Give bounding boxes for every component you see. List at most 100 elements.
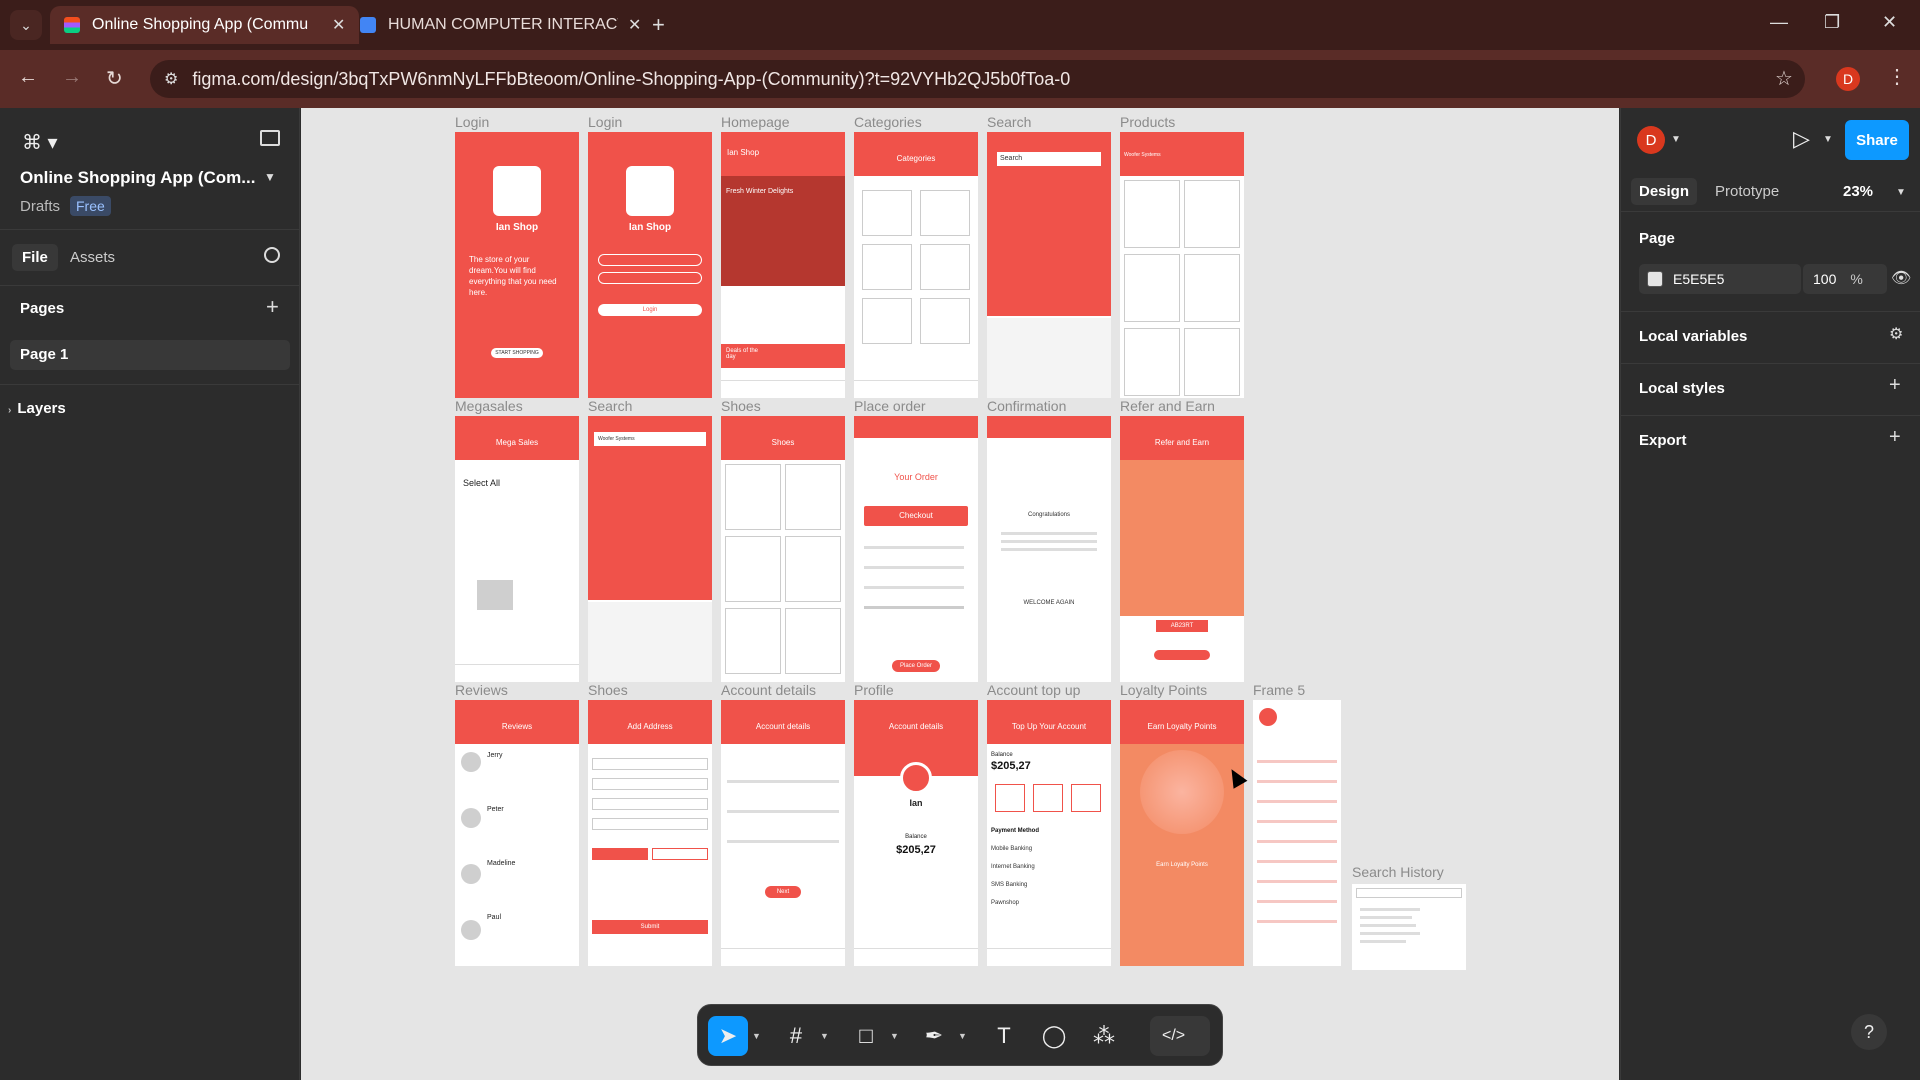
tab-file[interactable]: File (12, 244, 58, 271)
category-card[interactable] (920, 298, 970, 344)
frame-label[interactable]: Confirmation (987, 398, 1066, 414)
add-page-plus-icon[interactable]: + (266, 294, 279, 320)
login-button[interactable]: Login (598, 304, 702, 316)
frame-login-form[interactable]: Ian Shop Login (588, 132, 712, 398)
page-item[interactable]: Page 1 (10, 340, 290, 370)
page-background-color-field[interactable]: E5E5E5 (1639, 264, 1801, 294)
category-card[interactable] (862, 244, 912, 290)
product-card[interactable] (1184, 180, 1240, 248)
product-card[interactable] (785, 536, 841, 602)
eye-visibility-icon[interactable]: 👁 (1891, 268, 1911, 288)
browser-profile-avatar[interactable]: D (1836, 67, 1860, 91)
product-card[interactable] (725, 608, 781, 674)
payment-option[interactable]: Internet Banking (991, 864, 1035, 870)
window-close-icon[interactable]: ✕ (1882, 12, 1897, 33)
chevron-down-icon[interactable]: ▼ (958, 1031, 967, 1041)
frame-categories[interactable]: Categories (854, 132, 978, 398)
next-button[interactable]: Next (765, 886, 801, 898)
frame-reviews[interactable]: Reviews Jerry Peter Madeline Paul (455, 700, 579, 966)
tab-assets[interactable]: Assets (60, 244, 125, 271)
local-styles-title[interactable]: Local styles (1639, 380, 1725, 397)
payment-option[interactable]: Pawnshop (991, 900, 1019, 906)
zoom-level[interactable]: 23% (1843, 183, 1873, 200)
chevron-down-icon[interactable]: ▼ (890, 1031, 899, 1041)
frame-login[interactable]: Ian Shop The store of your dream.You wil… (455, 132, 579, 398)
design-canvas[interactable]: Login Ian Shop The store of your dream.Y… (301, 108, 1619, 1080)
frame-tool-icon[interactable]: # (776, 1016, 816, 1056)
product-card[interactable] (1184, 328, 1240, 396)
frame-label[interactable]: Shoes (721, 398, 761, 414)
frame-label[interactable]: Frame 5 (1253, 682, 1305, 698)
search-icon[interactable] (264, 247, 280, 263)
frame-profile[interactable]: Account details Ian Balance $205,27 (854, 700, 978, 966)
category-card[interactable] (920, 190, 970, 236)
chevron-down-icon[interactable]: ▼ (1896, 187, 1906, 198)
figma-main-menu-icon[interactable]: ⌘ ▾ (22, 130, 58, 155)
browser-menu-icon[interactable]: ⋮ (1887, 64, 1907, 89)
dev-mode-toggle[interactable]: </> (1150, 1016, 1210, 1056)
frame-label[interactable]: Search (588, 398, 632, 414)
user-avatar[interactable]: D (1637, 126, 1665, 154)
top-up-option[interactable] (1071, 784, 1101, 812)
payment-option[interactable]: Mobile Banking (991, 846, 1032, 852)
frame-refer-and-earn[interactable]: Refer and Earn AB23RT (1120, 416, 1244, 682)
browser-tab-docs[interactable]: HUMAN COMPUTER INTERACT ✕ (346, 6, 655, 44)
product-card[interactable] (1184, 254, 1240, 322)
product-card[interactable] (725, 536, 781, 602)
local-variables-title[interactable]: Local variables (1639, 328, 1747, 345)
top-up-option[interactable] (1033, 784, 1063, 812)
deliver-doorstep-button[interactable] (652, 848, 708, 860)
referral-code[interactable]: AB23RT (1156, 620, 1208, 632)
top-up-option[interactable] (995, 784, 1025, 812)
name-field[interactable] (598, 254, 702, 266)
frame-label[interactable]: Shoes (588, 682, 628, 698)
frame-loyalty-points[interactable]: Earn Loyalty Points Earn Loyalty Points (1120, 700, 1244, 966)
frame-label[interactable]: Categories (854, 114, 922, 130)
actions-tool-icon[interactable]: ⁂ (1084, 1016, 1124, 1056)
frame-label[interactable]: Loyalty Points (1120, 682, 1207, 698)
close-icon[interactable]: ✕ (332, 15, 345, 35)
forward-arrow-icon[interactable]: → (62, 66, 82, 89)
frame-label[interactable]: Reviews (455, 682, 508, 698)
bookmark-star-icon[interactable]: ☆ (1775, 66, 1793, 91)
color-swatch[interactable] (1647, 271, 1663, 287)
frame-label[interactable]: Account top up (987, 682, 1080, 698)
frame-account-top-up[interactable]: Top Up Your Account Balance $205,27 Paym… (987, 700, 1111, 966)
category-card[interactable] (862, 190, 912, 236)
frame-megasales[interactable]: Mega Sales Select All (455, 416, 579, 682)
checkout-button[interactable]: Checkout (864, 506, 968, 526)
tab-search-chevron-icon[interactable]: ⌄ (10, 10, 42, 40)
frame-add-address[interactable]: Add Address Submit (588, 700, 712, 966)
frame-homepage[interactable]: Ian Shop Fresh Winter Delights Deals of … (721, 132, 845, 398)
add-export-plus-icon[interactable]: + (1889, 426, 1901, 449)
frame-label[interactable]: Account details (721, 682, 816, 698)
area-field[interactable] (592, 818, 708, 830)
payment-option[interactable]: SMS Banking (991, 882, 1027, 888)
text-tool-icon[interactable]: T (984, 1016, 1024, 1056)
new-tab-plus-icon[interactable]: + (652, 12, 665, 38)
frame-account-details[interactable]: Account details Next (721, 700, 845, 966)
share-button[interactable]: Share (1845, 120, 1909, 160)
frame-search-results[interactable]: Woofer Systems (588, 416, 712, 682)
place-order-button[interactable]: Place Order (892, 660, 940, 672)
pen-tool-icon[interactable]: ✒ (914, 1016, 954, 1056)
refer-now-button[interactable] (1154, 650, 1210, 660)
site-info-icon[interactable]: ⚙ (164, 69, 178, 89)
frame-label[interactable]: Refer and Earn (1120, 398, 1215, 414)
frame-place-order[interactable]: Your Order Checkout Place Order (854, 416, 978, 682)
frame-label[interactable]: Search (987, 114, 1031, 130)
product-card[interactable] (785, 608, 841, 674)
tab-design[interactable]: Design (1631, 178, 1698, 205)
browser-tab-figma[interactable]: Online Shopping App (Commu ✕ (50, 6, 360, 44)
product-card[interactable] (1124, 254, 1180, 322)
chevron-down-icon[interactable]: ▼ (820, 1031, 829, 1041)
start-shopping-button[interactable]: START SHOPPING (491, 348, 543, 358)
drafts-link[interactable]: Drafts (20, 198, 60, 215)
frame-label[interactable]: Place order (854, 398, 926, 414)
search-field[interactable]: Woofer Systems (594, 432, 706, 446)
close-icon[interactable]: ✕ (628, 15, 641, 35)
add-style-plus-icon[interactable]: + (1889, 374, 1901, 397)
layers-header[interactable]: › Layers (8, 400, 66, 417)
frame-label[interactable]: Products (1120, 114, 1175, 130)
frame-label[interactable]: Login (455, 114, 489, 130)
